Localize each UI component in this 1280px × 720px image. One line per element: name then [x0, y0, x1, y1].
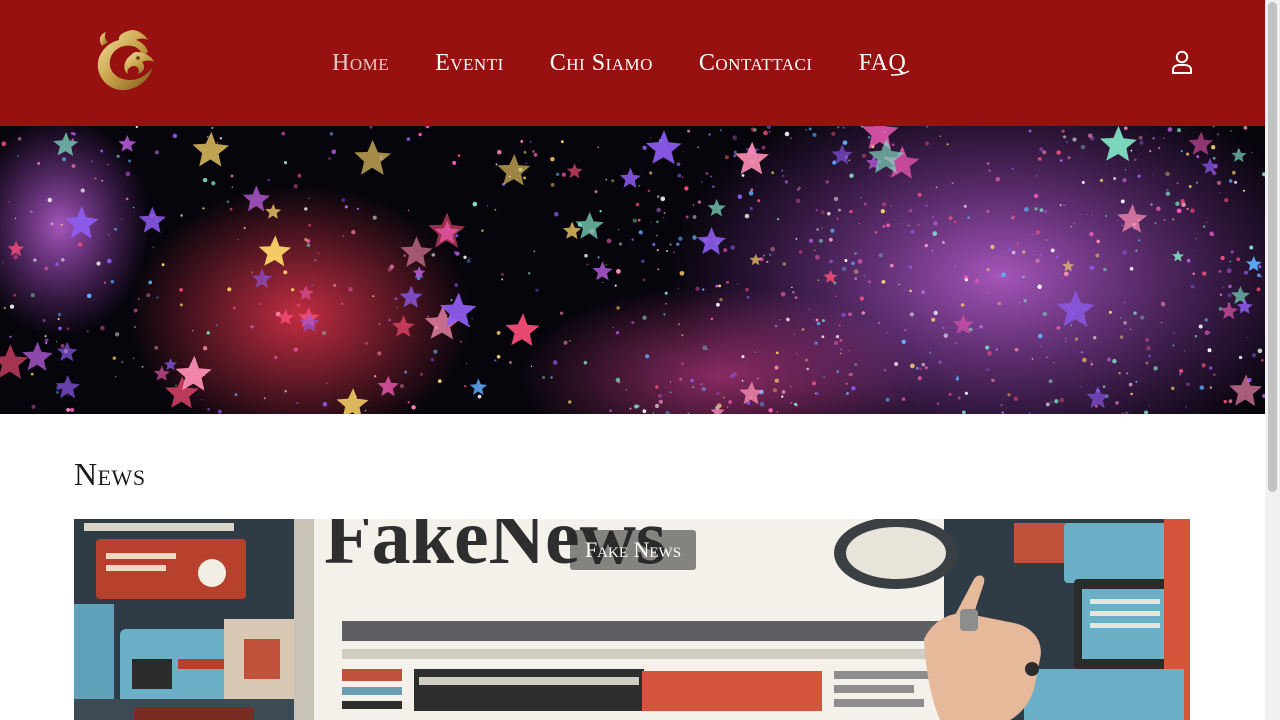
hero-banner — [0, 126, 1265, 414]
tilde-flourish-icon — [891, 69, 910, 76]
news-title: News — [74, 456, 146, 492]
nav-eventi[interactable]: Eventi — [435, 50, 504, 77]
nav-chi-siamo[interactable]: Chi Siamo — [550, 50, 653, 77]
page: Home Eventi Chi Siamo Contattaci FAQ New… — [0, 0, 1265, 720]
nav-home[interactable]: Home — [332, 50, 389, 77]
scrollbar[interactable] — [1265, 0, 1280, 720]
news-badge: Fake News — [570, 530, 696, 570]
nav-faq[interactable]: FAQ — [859, 50, 910, 77]
scrollbar-thumb[interactable] — [1268, 2, 1277, 492]
site-header: Home Eventi Chi Siamo Contattaci FAQ — [0, 0, 1265, 126]
nav-contattaci[interactable]: Contattaci — [699, 50, 813, 77]
main-nav: Home Eventi Chi Siamo Contattaci FAQ — [332, 46, 910, 80]
user-icon[interactable] — [1169, 49, 1195, 75]
dragon-logo-icon[interactable] — [92, 26, 158, 96]
news-card[interactable]: FakeNews Fake News — [74, 519, 1190, 720]
confetti-image — [0, 126, 1265, 414]
